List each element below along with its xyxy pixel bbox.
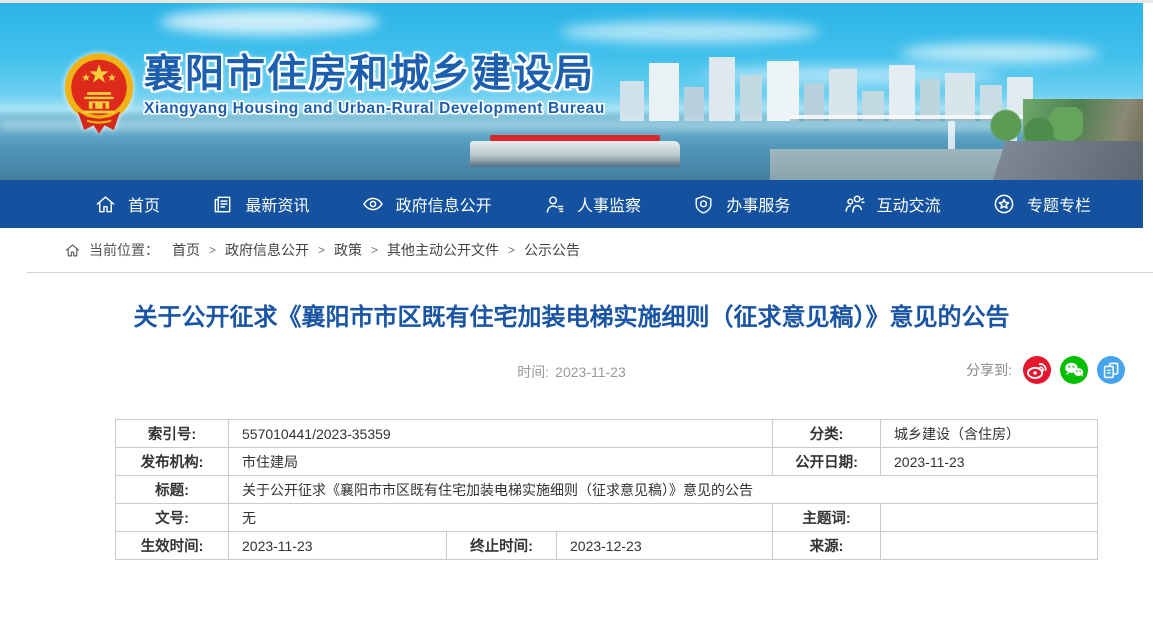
title-label: 标题: (116, 476, 229, 504)
breadcrumb-item-home[interactable]: 首页 (172, 240, 200, 260)
eye-icon (361, 192, 385, 216)
title-value: 关于公开征求《襄阳市市区既有住宅加装电梯实施细则（征求意见稿）》意见的公告 (229, 476, 1098, 504)
breadcrumb-separator: > (209, 243, 216, 257)
site-brand[interactable]: 襄阳市住房和城乡建设局 Xiangyang Housing and Urban-… (62, 47, 605, 139)
effective-date-label: 生效时间: (116, 532, 229, 560)
share-bar: 分享到: (966, 356, 1125, 384)
copy-link-icon[interactable] (1097, 356, 1125, 384)
source-label: 来源: (773, 532, 881, 560)
nav-item-label: 政府信息公开 (396, 192, 492, 216)
effective-date-value: 2023-11-23 (229, 532, 447, 560)
wechat-icon[interactable] (1060, 356, 1088, 384)
nav-item-personnel[interactable]: 人事监察 (543, 192, 641, 216)
category-label: 分类: (773, 420, 881, 448)
table-row: 文号: 无 主题词: (116, 504, 1098, 532)
document-meta-table: 索引号: 557010441/2023-35359 分类: 城乡建设（含住房） … (115, 419, 1098, 560)
page-title: 关于公开征求《襄阳市市区既有住宅加装电梯实施细则（征求意见稿）》意见的公告 (119, 298, 1024, 338)
index-number-label: 索引号: (116, 420, 229, 448)
site-banner: 襄阳市住房和城乡建设局 Xiangyang Housing and Urban-… (0, 3, 1143, 180)
publish-date-label: 公开日期: (773, 448, 881, 476)
divider (27, 272, 1153, 273)
home-icon (64, 242, 81, 259)
nav-item-label: 人事监察 (577, 192, 641, 216)
news-icon (211, 193, 234, 216)
table-row: 标题: 关于公开征求《襄阳市市区既有住宅加装电梯实施细则（征求意见稿）》意见的公… (116, 476, 1098, 504)
issuing-agency-value: 市住建局 (229, 448, 773, 476)
breadcrumb-item-policy[interactable]: 政策 (334, 240, 362, 260)
site-subtitle: Xiangyang Housing and Urban-Rural Develo… (144, 100, 605, 118)
source-value (881, 532, 1098, 560)
person-icon (543, 193, 566, 216)
table-row: 索引号: 557010441/2023-35359 分类: 城乡建设（含住房） (116, 420, 1098, 448)
breadcrumb-separator: > (371, 243, 378, 257)
nav-item-label: 专题专栏 (1027, 192, 1091, 216)
index-number-value: 557010441/2023-35359 (229, 420, 773, 448)
page: 襄阳市住房和城乡建设局 Xiangyang Housing and Urban-… (0, 3, 1143, 560)
nav-item-label: 首页 (128, 192, 160, 216)
nav-item-interaction[interactable]: 互动交流 (842, 192, 941, 216)
category-value: 城乡建设（含住房） (881, 420, 1098, 448)
nav-item-news[interactable]: 最新资讯 (211, 192, 309, 216)
nav-item-topics[interactable]: 专题专栏 (992, 192, 1091, 216)
nav-item-label: 办事服务 (726, 192, 790, 216)
keywords-label: 主题词: (773, 504, 881, 532)
time-value: 2023-11-23 (555, 364, 626, 380)
table-row: 生效时间: 2023-11-23 终止时间: 2023-12-23 来源: (116, 532, 1098, 560)
nav-item-home[interactable]: 首页 (94, 192, 160, 216)
road-graphic (993, 141, 1143, 180)
end-date-label: 终止时间: (447, 532, 557, 560)
site-title: 襄阳市住房和城乡建设局 (144, 53, 605, 97)
nav-item-gov-info[interactable]: 政府信息公开 (361, 192, 492, 216)
time-label: 时间: (517, 364, 549, 380)
national-emblem-logo (62, 47, 136, 139)
doc-number-value: 无 (229, 504, 773, 532)
shield-icon (692, 193, 715, 216)
issuing-agency-label: 发布机构: (116, 448, 229, 476)
table-row: 发布机构: 市住建局 公开日期: 2023-11-23 (116, 448, 1098, 476)
article-meta-row: 时间: 2023-11-23 分享到: (0, 356, 1143, 386)
pier-graphic (470, 141, 680, 167)
breadcrumb-item-gov-info[interactable]: 政府信息公开 (225, 240, 309, 260)
breadcrumb-prefix: 当前位置： (89, 240, 159, 260)
breadcrumb-separator: > (508, 243, 515, 257)
share-label: 分享到: (966, 360, 1012, 380)
star-icon (992, 192, 1016, 216)
people-icon (842, 192, 866, 216)
keywords-value (881, 504, 1098, 532)
doc-number-label: 文号: (116, 504, 229, 532)
nav-item-services[interactable]: 办事服务 (692, 192, 790, 216)
main-nav: 首页 最新资讯 政府信息公开 人事监察 办事服务 互动交流 专题专栏 (0, 180, 1143, 228)
breadcrumb-item-other-docs[interactable]: 其他主动公开文件 (387, 240, 499, 260)
end-date-value: 2023-12-23 (557, 532, 773, 560)
nav-item-label: 最新资讯 (245, 192, 309, 216)
breadcrumb-item-announcements[interactable]: 公示公告 (524, 240, 580, 260)
breadcrumb-separator: > (318, 243, 325, 257)
breadcrumb: 当前位置： 首页 > 政府信息公开 > 政策 > 其他主动公开文件 > 公示公告 (0, 228, 1143, 272)
nav-item-label: 互动交流 (877, 192, 941, 216)
home-icon (94, 193, 117, 216)
publish-date-value: 2023-11-23 (881, 448, 1098, 476)
weibo-icon[interactable] (1023, 356, 1051, 384)
